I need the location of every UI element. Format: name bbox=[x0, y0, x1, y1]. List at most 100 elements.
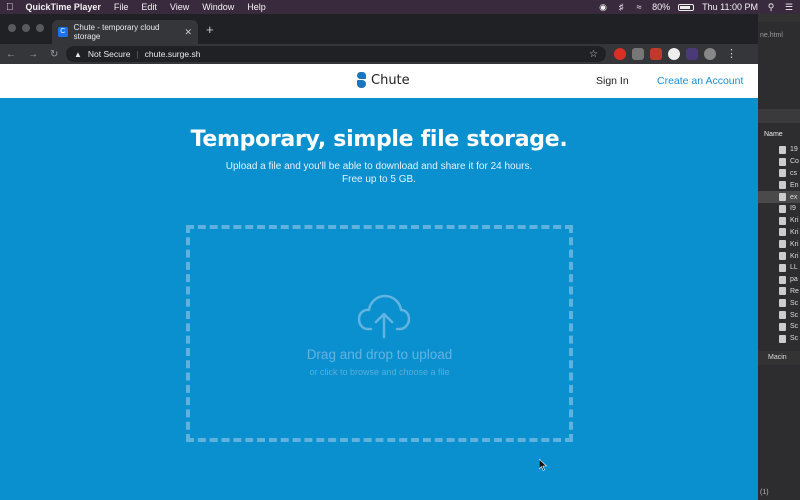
menu-extras: ◉ ♯ ≈ 80% Thu 11:00 PM ⚲ ☰ bbox=[598, 2, 794, 12]
upload-dropzone[interactable]: Drag and drop to upload or click to brow… bbox=[186, 225, 573, 442]
folder-icon bbox=[779, 287, 786, 296]
finder-row[interactable]: Kri bbox=[758, 238, 800, 250]
finder-column-name[interactable]: Name bbox=[764, 131, 783, 138]
browser-toolbar: ← → ↻ ▲ Not Secure | chute.surge.sh ☆ ⋮ bbox=[0, 44, 758, 64]
minimize-window-button[interactable] bbox=[22, 24, 30, 32]
volume-label: Macin bbox=[768, 354, 787, 361]
site-logo[interactable]: Chute bbox=[357, 72, 410, 88]
security-label[interactable]: Not Secure bbox=[88, 49, 131, 59]
finder-row[interactable]: Kri bbox=[758, 215, 800, 227]
finder-row[interactable]: Co bbox=[758, 156, 800, 168]
bluetooth-icon[interactable]: ♯ bbox=[616, 2, 626, 12]
file-icon bbox=[779, 145, 786, 154]
menu-view[interactable]: View bbox=[170, 2, 189, 12]
finder-window: ne.html Name 19 Co cs En ex I9 Kri Kri K… bbox=[758, 14, 800, 500]
dropzone-subtitle: or click to browse and choose a file bbox=[309, 367, 450, 377]
finder-row[interactable]: En bbox=[758, 179, 800, 191]
close-window-button[interactable] bbox=[8, 24, 16, 32]
window-controls bbox=[8, 24, 44, 32]
file-icon bbox=[779, 228, 786, 237]
tab-title: Chute - temporary cloud storage bbox=[73, 23, 160, 41]
file-icon bbox=[779, 157, 786, 166]
back-icon[interactable]: ← bbox=[6, 49, 16, 60]
address-bar[interactable]: ▲ Not Secure | chute.surge.sh ☆ bbox=[66, 46, 606, 62]
hero-subtitle: Upload a file and you'll be able to down… bbox=[0, 161, 758, 186]
logo-text: Chute bbox=[371, 72, 410, 88]
dropzone-title: Drag and drop to upload bbox=[306, 347, 453, 362]
wifi-icon[interactable]: ≈ bbox=[634, 2, 644, 12]
finder-row[interactable]: Kri bbox=[758, 227, 800, 239]
finder-row[interactable]: pa bbox=[758, 274, 800, 286]
file-icon bbox=[779, 334, 786, 343]
hero-line-2: Free up to 5 GB. bbox=[342, 173, 416, 185]
finder-toolbar bbox=[758, 109, 800, 123]
page-title: Temporary, simple file storage. bbox=[190, 127, 568, 152]
menu-app-name[interactable]: QuickTime Player bbox=[26, 2, 101, 12]
warning-icon[interactable]: ▲ bbox=[74, 50, 82, 59]
finder-row[interactable]: 19 bbox=[758, 144, 800, 156]
battery-icon[interactable] bbox=[678, 3, 695, 11]
finder-row[interactable]: Re bbox=[758, 286, 800, 298]
file-icon bbox=[779, 311, 786, 320]
finder-row[interactable]: Sc bbox=[758, 321, 800, 333]
create-account-link[interactable]: Create an Account bbox=[657, 75, 743, 87]
file-icon bbox=[779, 275, 786, 284]
close-tab-icon[interactable]: ✕ bbox=[184, 27, 192, 38]
file-icon bbox=[779, 216, 786, 225]
extension-stack-icon[interactable] bbox=[650, 47, 662, 60]
apple-icon[interactable]:  bbox=[6, 2, 14, 13]
tab-strip: C Chute - temporary cloud storage ✕ + bbox=[0, 14, 758, 44]
file-icon bbox=[779, 193, 786, 202]
favicon-icon: C bbox=[58, 27, 68, 37]
chute-logo-icon bbox=[357, 72, 366, 88]
finder-tab-fragment[interactable]: ne.html bbox=[760, 32, 783, 39]
browser-tab[interactable]: C Chute - temporary cloud storage ✕ bbox=[52, 20, 198, 44]
finder-row[interactable]: Sc bbox=[758, 297, 800, 309]
battery-percent[interactable]: 80% bbox=[652, 2, 670, 12]
file-icon bbox=[779, 169, 786, 178]
extension-red-icon[interactable] bbox=[614, 47, 626, 60]
search-icon[interactable]: ⚲ bbox=[766, 2, 776, 12]
finder-path-bar[interactable]: Macin bbox=[758, 351, 800, 365]
zoom-window-button[interactable] bbox=[36, 24, 44, 32]
extensions-area: ⋮ bbox=[614, 47, 737, 60]
sign-in-link[interactable]: Sign In bbox=[596, 75, 629, 87]
reload-icon[interactable]: ↻ bbox=[50, 49, 58, 60]
url-text[interactable]: chute.surge.sh bbox=[145, 49, 201, 59]
file-icon bbox=[779, 263, 786, 272]
record-icon[interactable]: ◉ bbox=[598, 2, 608, 12]
finder-row[interactable]: I9 bbox=[758, 203, 800, 215]
menu-window[interactable]: Window bbox=[202, 2, 234, 12]
web-page: Chute Sign In Create an Account Temporar… bbox=[0, 64, 758, 500]
file-icon bbox=[779, 322, 786, 331]
hero-line-1: Upload a file and you'll be able to down… bbox=[225, 161, 533, 172]
menu-kebab-icon[interactable]: ⋮ bbox=[726, 47, 737, 60]
cloud-upload-icon bbox=[357, 294, 411, 339]
profile-avatar[interactable] bbox=[704, 47, 716, 60]
finder-row[interactable]: Sc bbox=[758, 309, 800, 321]
finder-row[interactable]: cs bbox=[758, 168, 800, 180]
new-tab-button[interactable]: + bbox=[206, 22, 214, 37]
menu-help[interactable]: Help bbox=[247, 2, 266, 12]
finder-row[interactable]: LL bbox=[758, 262, 800, 274]
mouse-cursor-icon bbox=[539, 459, 547, 471]
finder-row[interactable]: ex bbox=[758, 191, 800, 203]
menu-file[interactable]: File bbox=[114, 2, 129, 12]
menu-edit[interactable]: Edit bbox=[141, 2, 157, 12]
address-separator: | bbox=[136, 49, 139, 59]
finder-row[interactable]: Kri bbox=[758, 250, 800, 262]
file-icon bbox=[779, 252, 786, 261]
forward-icon[interactable]: → bbox=[28, 49, 38, 60]
finder-row[interactable]: Sc bbox=[758, 333, 800, 345]
extension-round-icon[interactable] bbox=[668, 47, 680, 60]
finder-file-list: 19 Co cs En ex I9 Kri Kri Kri Kri LL pa … bbox=[758, 144, 800, 345]
finder-titlebar bbox=[758, 14, 800, 22]
extension-purple-icon[interactable] bbox=[686, 47, 698, 60]
macos-menu-bar:  QuickTime Player File Edit View Window… bbox=[0, 0, 800, 14]
menu-clock[interactable]: Thu 11:00 PM bbox=[702, 2, 758, 12]
browser-window: C Chute - temporary cloud storage ✕ + ← … bbox=[0, 14, 758, 500]
control-center-icon[interactable]: ☰ bbox=[784, 2, 794, 12]
extension-gray-icon[interactable] bbox=[632, 47, 644, 60]
file-icon bbox=[779, 299, 786, 308]
bookmark-star-icon[interactable]: ☆ bbox=[589, 49, 598, 60]
